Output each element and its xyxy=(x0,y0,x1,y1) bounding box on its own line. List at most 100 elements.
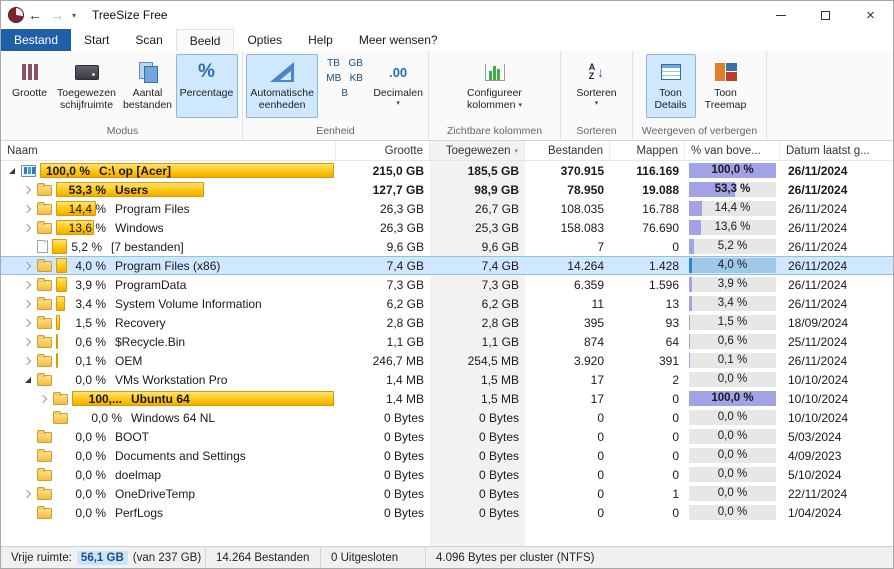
group-label-zichtbare-kolommen: Zichtbare kolommen xyxy=(446,125,543,137)
decimalen-button[interactable]: .00 Decimalen ▾ xyxy=(371,54,425,118)
files-cell: 14.264 xyxy=(567,258,604,273)
expand-icon[interactable] xyxy=(21,487,35,501)
tree-row[interactable]: 0,0 % BOOT 0 Bytes 0 Bytes 0 0 0,0 % 5/03/2024 xyxy=(1,427,893,446)
tree-row[interactable]: 0,0 % Windows 64 NL 0 Bytes 0 Bytes 0 0 0,0 % 1… xyxy=(1,408,893,427)
tab-start[interactable]: Start xyxy=(71,29,122,51)
tab-scan[interactable]: Scan xyxy=(122,29,175,51)
tree-row[interactable]: 0,0 % OneDriveTemp 0 Bytes 0 Bytes 0 1 0,0 % 22… xyxy=(1,484,893,503)
aantal-bestanden-button[interactable]: Aantal bestanden xyxy=(122,54,174,118)
forward-button[interactable]: → xyxy=(46,2,68,28)
column-header-datum[interactable]: Datum laatst g... xyxy=(780,141,893,160)
tree-row[interactable]: 0,0 % doelmap 0 Bytes 0 Bytes 0 0 0,0 % 5/10/20… xyxy=(1,465,893,484)
automatische-eenheden-button[interactable]: Automatische eenheden xyxy=(246,54,319,118)
size-bar-area: 5,2 % [7 bestanden] xyxy=(52,239,334,254)
sorteren-button[interactable]: AZ ↓ Sorteren ▾ xyxy=(567,54,627,118)
collapse-icon[interactable] xyxy=(5,164,19,178)
close-button[interactable]: × xyxy=(848,1,893,29)
folder-name: OEM xyxy=(115,353,143,368)
tree-row[interactable]: 3,4 % System Volume Information 6,2 GB 6,2 … xyxy=(1,294,893,313)
back-button[interactable]: ← xyxy=(24,2,46,28)
maximize-button[interactable] xyxy=(803,1,848,29)
tab-beeld[interactable]: Beeld xyxy=(175,29,235,51)
unit-tb-button[interactable]: TB xyxy=(324,57,344,70)
allocated-cell: 0 Bytes xyxy=(478,410,519,425)
date-cell: 4/09/2023 xyxy=(788,448,842,463)
expand-icon[interactable] xyxy=(21,221,35,235)
column-header-bestanden[interactable]: Bestanden xyxy=(525,141,610,160)
percent-bar-track: 5,2 % xyxy=(689,239,776,254)
expand-icon[interactable] xyxy=(21,354,35,368)
column-header-toegewezen[interactable]: Toegewezen ▾ xyxy=(430,141,525,160)
unit-mb-button[interactable]: MB xyxy=(323,72,344,85)
tab-bestand[interactable]: Bestand xyxy=(1,29,72,51)
percent-of-parent-cell: 0,0 % xyxy=(685,370,780,389)
name-cell: 0,0 % Windows 64 NL xyxy=(1,408,336,427)
percent-label: 4,0 % xyxy=(75,258,106,273)
expand-icon[interactable] xyxy=(21,316,35,330)
name-cell: 0,1 % OEM xyxy=(1,351,336,370)
unit-buttons: TB GB MB KB B xyxy=(322,56,367,101)
toon-details-button[interactable]: Toon Details xyxy=(645,54,696,118)
tree-row[interactable]: 0,0 % Documents and Settings 0 Bytes 0 Byte… xyxy=(1,446,893,465)
size-bar-area: 0,0 % PerfLogs xyxy=(56,505,334,520)
name-cell: 0,0 % VMs Workstation Pro xyxy=(1,370,336,389)
tree-row[interactable]: 14,4 % Program Files 26,3 GB 26,7 GB 108.035… xyxy=(1,199,893,218)
file-icon xyxy=(37,240,48,253)
toegewezen-schijfruimte-button[interactable]: Toegewezen schijfruimte xyxy=(54,54,120,118)
tree-row[interactable]: 0,1 % OEM 246,7 MB 254,5 MB 3.920 391 0,1 % 26/… xyxy=(1,351,893,370)
tree-row[interactable]: 13,6 % Windows 26,3 GB 25,3 GB 158.083 76.690… xyxy=(1,218,893,237)
tree-row[interactable]: 1,5 % Recovery 2,8 GB 2,8 GB 395 93 1,5 % 18/09… xyxy=(1,313,893,332)
grootte-button[interactable]: Grootte xyxy=(8,54,52,118)
tree-row[interactable]: 5,2 % [7 bestanden] 9,6 GB 9,6 GB 7 0 5,2 % 26/… xyxy=(1,237,893,256)
column-header-naam[interactable]: Naam xyxy=(1,141,336,160)
toon-treemap-button[interactable]: Toon Treemap xyxy=(698,54,754,118)
unit-gb-button[interactable]: GB xyxy=(346,57,366,70)
tab-help[interactable]: Help xyxy=(295,29,346,51)
tab-opties[interactable]: Opties xyxy=(234,29,295,51)
date-cell: 10/10/2024 xyxy=(788,391,849,406)
percent-of-parent-value: 0,0 % xyxy=(717,411,748,423)
percentage-button[interactable]: % Percentage xyxy=(175,54,238,118)
tab-meer-wensen[interactable]: Meer wensen? xyxy=(346,29,451,51)
size-bar-area: 0,0 % OneDriveTemp xyxy=(56,486,334,501)
tree-row[interactable]: 100,0 % C:\ op [Acer] 215,0 GB 185,5 GB 370.… xyxy=(1,161,893,180)
tree-row[interactable]: 4,0 % Program Files (x86) 7,4 GB 7,4 GB 14.2… xyxy=(1,256,893,275)
ribbon-group-modus: Grootte Toegewezen schijfruimte Aantal bes… xyxy=(3,51,243,140)
tree-row[interactable]: 0,6 % $Recycle.Bin 1,1 GB 1,1 GB 874 64 0,6 % 2… xyxy=(1,332,893,351)
tree-row[interactable]: 0,0 % VMs Workstation Pro 1,4 MB 1,5 MB 17 2 0… xyxy=(1,370,893,389)
expand-icon[interactable] xyxy=(21,297,35,311)
size-bar-area: 1,5 % Recovery xyxy=(56,315,334,330)
maximize-icon xyxy=(821,10,830,20)
expand-icon[interactable] xyxy=(21,278,35,292)
percent-of-parent-cell: 0,0 % xyxy=(685,503,780,522)
folder-name: Windows 64 NL xyxy=(131,410,216,425)
column-header-percent-van-bovenliggende[interactable]: % van bove... xyxy=(685,141,780,160)
percent-of-parent-cell: 3,9 % xyxy=(685,275,780,294)
minimize-button[interactable] xyxy=(758,1,803,29)
column-header-mappen[interactable]: Mappen xyxy=(610,141,685,160)
expand-icon[interactable] xyxy=(21,335,35,349)
percent-label: 100,0 % xyxy=(45,163,90,178)
column-header-grootte[interactable]: Grootte xyxy=(336,141,430,160)
expand-icon[interactable] xyxy=(21,259,35,273)
expand-icon[interactable] xyxy=(21,183,35,197)
tree-row[interactable]: 3,9 % ProgramData 7,3 GB 7,3 GB 6.359 1.596 3,… xyxy=(1,275,893,294)
folder-name: Users xyxy=(115,182,149,197)
collapse-icon[interactable] xyxy=(21,373,35,387)
expand-icon[interactable] xyxy=(21,202,35,216)
quick-access-caret[interactable]: ▾ xyxy=(68,11,80,20)
folder-icon xyxy=(37,316,52,329)
folder-name: OneDriveTemp xyxy=(115,486,196,501)
tree-row[interactable]: 53,3 % Users 127,7 GB 98,9 GB 78.950 19.088 53… xyxy=(1,180,893,199)
configureer-kolommen-button[interactable]: Configureer kolommen ▾ xyxy=(457,54,533,118)
size-cell: 26,3 GB xyxy=(379,220,424,235)
unit-b-button[interactable]: B xyxy=(335,87,355,100)
percent-label: 3,4 % xyxy=(75,296,106,311)
unit-kb-button[interactable]: KB xyxy=(346,72,366,85)
tree-row[interactable]: 0,0 % PerfLogs 0 Bytes 0 Bytes 0 0 0,0 % 1/04/2… xyxy=(1,503,893,522)
expand-icon[interactable] xyxy=(37,392,51,406)
folder-icon xyxy=(37,259,52,272)
tree-row[interactable]: 100,... Ubuntu 64 1,4 MB 1,5 MB 17 0 100,0 % 10… xyxy=(1,389,893,408)
status-excluded: 0 Uitgesloten xyxy=(321,547,426,568)
percent-label: 0,6 % xyxy=(75,334,106,349)
